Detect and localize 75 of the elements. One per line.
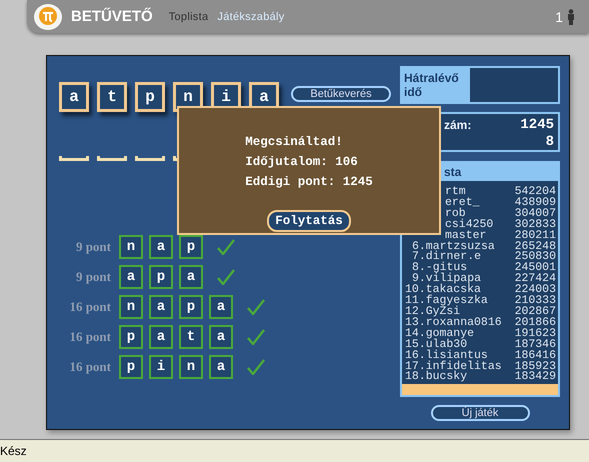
player-score: 185923 xyxy=(514,362,556,372)
player-score: 227424 xyxy=(514,274,556,286)
letter-tile[interactable]: p xyxy=(135,82,165,112)
player-name: 13.roxanna0816 xyxy=(405,318,502,329)
player-score: 250830 xyxy=(514,252,556,264)
player-name: 11.fagyeszka xyxy=(405,296,488,307)
player-score: 245001 xyxy=(514,263,556,274)
word-tile: i xyxy=(149,355,173,379)
dialog-text: Eddigi pont: 1245 xyxy=(245,174,373,191)
player-score: 304007 xyxy=(514,208,556,220)
player-name: 12.GyZsi xyxy=(405,306,460,318)
shuffle-button[interactable]: Betűkeverés xyxy=(291,86,391,102)
score-label: zám: xyxy=(444,118,472,132)
nav-link[interactable]: Toplista xyxy=(168,10,208,22)
word-tile: a xyxy=(209,325,233,349)
points-label: 9 pont xyxy=(74,239,111,255)
player-score: 202867 xyxy=(514,306,556,318)
word-tile: a xyxy=(149,295,173,319)
letter-tile[interactable]: t xyxy=(97,82,127,112)
player-name: 18.bucsky xyxy=(405,372,468,384)
player-name: eret_ xyxy=(444,198,480,209)
player-score: 302833 xyxy=(514,220,556,231)
dialog-text: Időjutalom: 106 xyxy=(245,154,359,171)
player-score: 191623 xyxy=(514,328,556,340)
player-score: 280211 xyxy=(514,230,556,242)
word-tile: a xyxy=(119,265,143,289)
word-tile: n xyxy=(119,295,143,319)
player-score: 183429 xyxy=(514,372,556,384)
empty-slot xyxy=(97,156,127,161)
player-score: 186416 xyxy=(514,350,556,362)
player-name: csi4250 xyxy=(444,220,494,231)
word-tile: n xyxy=(119,235,143,259)
player-score: 542204 xyxy=(514,187,556,198)
logo-icon xyxy=(33,2,63,32)
player-score: 210333 xyxy=(514,296,556,307)
word-tile: a xyxy=(209,355,233,379)
word-tile: p xyxy=(179,235,203,259)
score-value: 1245 xyxy=(520,116,554,132)
word-tile: p xyxy=(179,295,203,319)
time-label: Hátralévő idő xyxy=(402,68,470,102)
letter-tile[interactable]: a xyxy=(59,82,89,112)
player-name: 15.ulab30 xyxy=(405,340,468,351)
score-value: 8 xyxy=(546,134,554,150)
points-label: 16 pont xyxy=(68,329,111,345)
player-score: 224003 xyxy=(514,285,556,296)
word-tile: p xyxy=(119,355,143,379)
player-score: 201866 xyxy=(514,318,556,329)
word-tile: n xyxy=(179,355,203,379)
player-score: 438909 xyxy=(514,198,556,209)
new-game-button[interactable]: Új játék xyxy=(430,405,530,422)
points-label: 16 pont xyxy=(68,299,111,315)
app-title: BETŰVETŐ xyxy=(71,8,153,25)
player-name: rtm xyxy=(444,187,466,198)
points-label: 16 pont xyxy=(68,359,111,375)
online-count: 1 xyxy=(555,8,563,24)
player-score: 265248 xyxy=(514,242,556,252)
player-name: master xyxy=(445,230,486,242)
continue-button[interactable]: Folytatás xyxy=(267,210,351,232)
word-tile: p xyxy=(149,265,173,289)
word-tile: t xyxy=(179,325,203,349)
word-tile: p xyxy=(119,325,143,349)
word-tile: a xyxy=(149,235,173,259)
points-label: 9 pont xyxy=(74,269,111,285)
player-name: 16.lisiantus xyxy=(405,350,488,362)
word-tile: a xyxy=(179,265,203,289)
word-tile: a xyxy=(209,295,233,319)
word-tile: a xyxy=(149,325,173,349)
player-name: rob xyxy=(444,208,466,220)
player-score: 187346 xyxy=(514,340,556,351)
empty-slot xyxy=(135,156,165,161)
dialog-text: Megcsináltad! xyxy=(245,134,344,151)
player-name: 14.gomanye xyxy=(405,328,474,340)
person-icon xyxy=(567,8,575,24)
empty-slot xyxy=(59,156,89,161)
status-text: Kész xyxy=(0,444,27,458)
